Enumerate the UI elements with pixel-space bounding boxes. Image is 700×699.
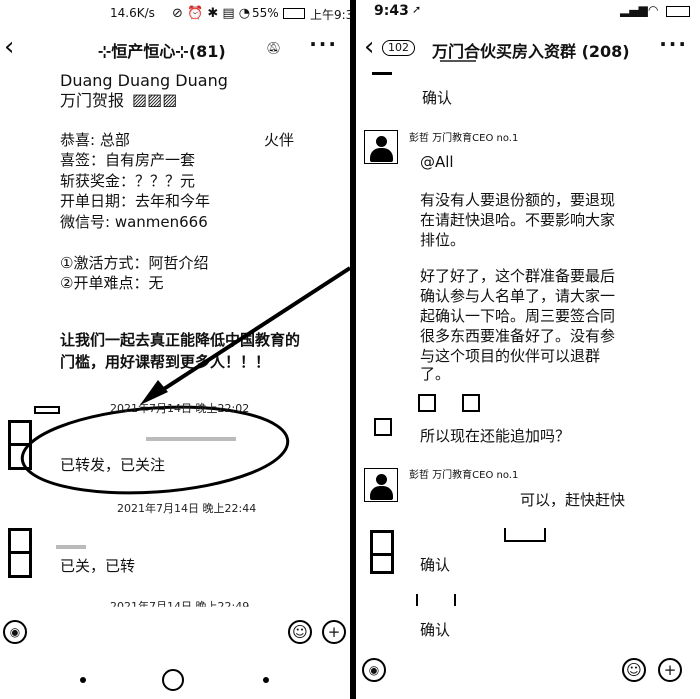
nickname-redacted xyxy=(56,545,86,549)
chat-message-line: 了。 xyxy=(420,365,451,383)
chat-header: ‹ 102 万门合伙买房入资群 (208) ··· xyxy=(356,30,700,66)
status-bar: 9:43 ➚ ▂▄▆ ◠ xyxy=(356,0,700,26)
chat-message-line: 起确认一下哈。周三要签合同 xyxy=(420,307,616,325)
avatar[interactable] xyxy=(462,394,480,412)
chat-message: 可以，赶快赶快 xyxy=(520,491,626,509)
chat-message-line: 排位。 xyxy=(420,231,466,249)
chat-message-line: 在请赶快退哈。不要影响大家 xyxy=(420,211,616,229)
chat-message: 已关，已转 xyxy=(60,557,136,575)
nav-home-button[interactable] xyxy=(162,669,184,691)
sender-name: 彭哲 万门教育CEO no.1 xyxy=(409,133,519,144)
chat-message-line: 很多东西要准备好了。没有参 xyxy=(420,327,616,345)
nav-recent-button[interactable] xyxy=(80,677,86,683)
back-button[interactable]: ‹ xyxy=(364,32,374,62)
chat-message: 确认 xyxy=(422,89,453,107)
location-icon: ➚ xyxy=(412,3,422,16)
arrow-annotation xyxy=(20,266,350,495)
subtitle-redacted xyxy=(440,60,476,62)
redaction-box xyxy=(34,406,60,414)
input-bar: ◉ ☺ + xyxy=(0,612,350,652)
avatar[interactable] xyxy=(418,394,436,412)
chat-message-line: 确认参与人名单了，请大家一 xyxy=(420,287,616,305)
timestamp: 2021年7月14日 晚上22:44 xyxy=(117,502,257,515)
wifi-icon: ◠ xyxy=(648,3,659,17)
avatar[interactable] xyxy=(8,420,32,470)
more-button[interactable]: ··· xyxy=(659,32,688,56)
voice-icon[interactable]: ◉ xyxy=(362,658,386,682)
signal-icon: ▂▄▆ xyxy=(620,3,648,17)
avatar-partial[interactable] xyxy=(372,72,392,75)
redaction-box xyxy=(504,528,546,542)
nav-back-button[interactable] xyxy=(263,677,269,683)
avatar[interactable] xyxy=(364,468,398,502)
group-title: 万门合伙买房入资群 (208) xyxy=(432,42,630,61)
plus-icon[interactable]: + xyxy=(658,658,682,682)
battery-icon xyxy=(666,6,690,17)
right-chat-screenshot: 9:43 ➚ ▂▄▆ ◠ ‹ 102 万门合伙买房入资群 (208) ··· 确… xyxy=(356,0,700,699)
left-chat-screenshot: 14.6K/s ⊘ ⏰ ✱ ▤ ◔ 55% 上午9:3 ‹ ⊹恒产恒心⊹(81)… xyxy=(0,0,350,699)
plus-icon[interactable]: + xyxy=(322,620,346,644)
emoji-icon[interactable]: ☺ xyxy=(288,620,312,644)
emoji-icon[interactable]: ☺ xyxy=(622,658,646,682)
input-bar: ◉ ☺ + xyxy=(356,652,700,692)
chat-message: 所以现在还能追加吗？ xyxy=(420,427,571,445)
avatar[interactable] xyxy=(374,418,392,436)
sender-name: 彭哲 万门教育CEO no.1 xyxy=(409,470,519,481)
chat-message: 确认 xyxy=(420,556,451,574)
chat-message-line: 有没有人要退份额的，要退现 xyxy=(420,191,616,209)
system-nav-bar xyxy=(0,662,350,699)
voice-icon[interactable]: ◉ xyxy=(3,620,27,644)
timestamp: 2021年7月14日 晚上22:02 xyxy=(110,402,250,415)
chat-message: 确认 xyxy=(420,621,451,639)
status-time: 9:43 xyxy=(374,3,409,19)
avatar-partial[interactable] xyxy=(416,594,456,606)
avatar[interactable] xyxy=(370,530,394,574)
chat-message-line: 好了好了，这个群准备要最后 xyxy=(420,267,616,285)
nickname-redacted xyxy=(146,437,236,441)
chat-message: 已转发，已关注 xyxy=(60,456,166,474)
avatar[interactable] xyxy=(8,528,32,578)
unread-badge[interactable]: 102 xyxy=(382,40,415,56)
avatar[interactable] xyxy=(364,130,398,164)
chat-message: @All xyxy=(420,153,454,171)
